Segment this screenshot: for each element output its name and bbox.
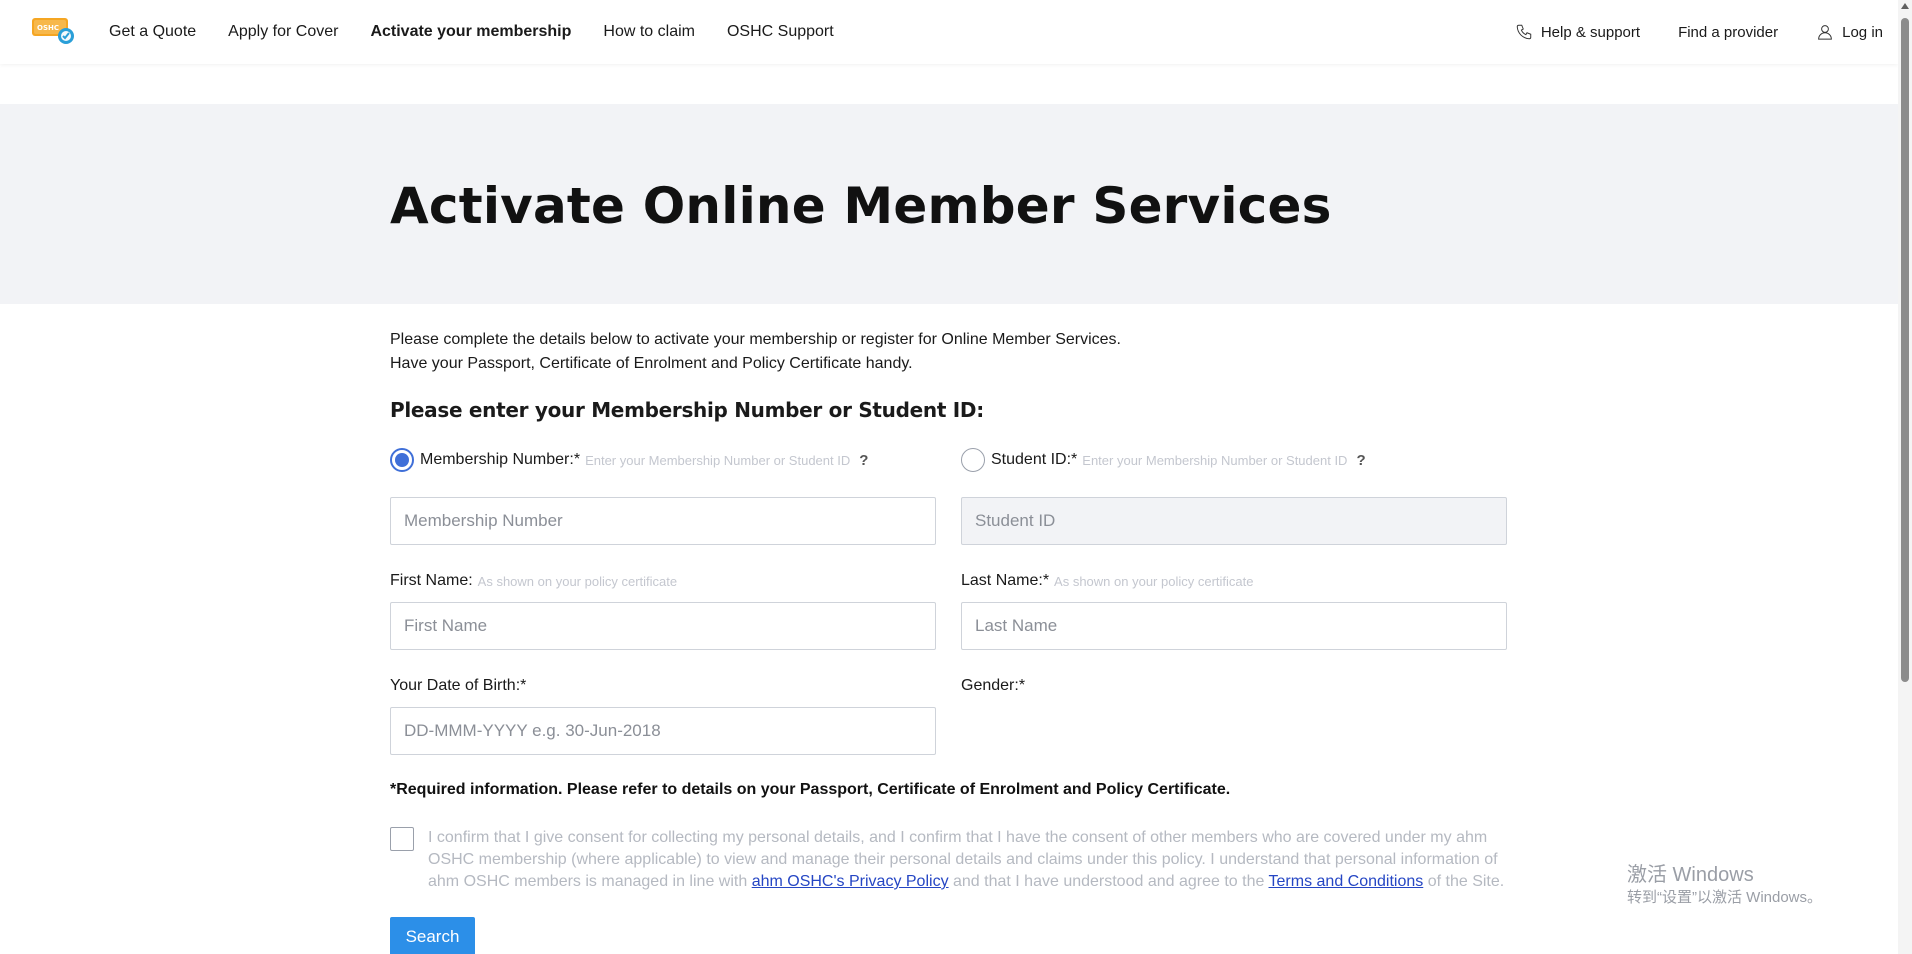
membership-number-input[interactable] [390, 497, 936, 545]
membership-number-radio[interactable] [390, 448, 414, 472]
required-note-row: *Required information. Please refer to d… [390, 781, 1508, 799]
privacy-policy-link[interactable]: ahm OSHC's Privacy Policy [752, 873, 949, 890]
membership-help-icon[interactable]: ? [859, 452, 868, 469]
user-icon [1818, 25, 1832, 40]
consent-text: I confirm that I give consent for collec… [428, 827, 1508, 893]
watermark-title: 激活 Windows [1627, 864, 1754, 886]
terms-link[interactable]: Terms and Conditions [1269, 873, 1424, 890]
page-title: Activate Online Member Services [390, 177, 1332, 235]
utility-nav: Help & support Find a provider Log in [1515, 0, 1883, 64]
scrollbar-thumb[interactable] [1901, 18, 1909, 682]
intro-text: Please complete the details below to act… [390, 328, 1510, 376]
login-label: Log in [1842, 23, 1883, 41]
nav-how-to-claim[interactable]: How to claim [603, 23, 695, 41]
last-name-hint: As shown on your policy certificate [1054, 573, 1254, 589]
nav-apply-for-cover[interactable]: Apply for Cover [228, 23, 338, 41]
dob-input[interactable] [390, 707, 936, 755]
student-id-input[interactable] [961, 497, 1507, 545]
consent-text-middle: and that I have understood and agree to … [948, 873, 1269, 890]
first-name-input[interactable] [390, 602, 936, 650]
membership-number-label: Membership Number:* [420, 451, 581, 468]
find-provider-label: Find a provider [1678, 23, 1779, 41]
consent-text-after: of the Site. [1423, 873, 1505, 890]
student-option: Student ID:* Enter your Membership Numbe… [961, 448, 1507, 472]
gender-label: Gender:* [961, 677, 1026, 694]
intro-line-1: Please complete the details below to act… [390, 331, 1121, 348]
phone-icon [1516, 24, 1532, 40]
last-name-label: Last Name:* [961, 572, 1050, 589]
login-link[interactable]: Log in [1816, 23, 1883, 41]
consent-row: I confirm that I give consent for collec… [390, 827, 1508, 893]
membership-number-hint: Enter your Membership Number or Student … [585, 452, 851, 468]
page-scrollbar[interactable] [1898, 0, 1912, 954]
help-support-link[interactable]: Help & support [1515, 23, 1640, 41]
activation-form: Please complete the details below to act… [390, 328, 1510, 954]
first-name-label: First Name: [390, 572, 473, 589]
help-support-label: Help & support [1540, 23, 1641, 41]
search-button[interactable]: Search [390, 917, 475, 954]
oshc-logo[interactable]: OSHC [32, 17, 76, 45]
nav-activate-membership[interactable]: Activate your membership [370, 23, 571, 41]
svg-text:OSHC: OSHC [37, 24, 59, 32]
student-id-label: Student ID:* [991, 451, 1078, 468]
hero-banner: Activate Online Member Services [0, 104, 1898, 304]
required-note: *Required information. Please refer to d… [390, 781, 1231, 798]
windows-activation-watermark: 激活 Windows 转到“设置”以激活 Windows。 [1627, 862, 1822, 908]
dob-label: Your Date of Birth:* [390, 677, 527, 694]
watermark-subtitle: 转到“设置”以激活 Windows。 [1627, 889, 1823, 906]
nav-get-a-quote[interactable]: Get a Quote [109, 23, 196, 41]
student-id-radio[interactable] [961, 448, 985, 472]
membership-option: Membership Number:* Enter your Membershi… [390, 448, 936, 472]
intro-line-2: Have your Passport, Certificate of Enrol… [390, 355, 913, 372]
consent-checkbox[interactable] [390, 827, 414, 851]
top-navigation: OSHC Get a Quote Apply for Cover Activat… [0, 0, 1898, 64]
section-title: Please enter your Membership Number or S… [390, 398, 984, 422]
primary-nav: Get a Quote Apply for Cover Activate you… [109, 0, 834, 64]
last-name-input[interactable] [961, 602, 1507, 650]
nav-oshc-support[interactable]: OSHC Support [727, 23, 834, 41]
scroll-up-arrow-icon[interactable] [1901, 3, 1909, 9]
student-id-hint: Enter your Membership Number or Student … [1082, 452, 1348, 468]
find-provider-link[interactable]: Find a provider [1678, 24, 1778, 41]
student-help-icon[interactable]: ? [1356, 452, 1365, 469]
first-name-hint: As shown on your policy certificate [477, 573, 678, 589]
